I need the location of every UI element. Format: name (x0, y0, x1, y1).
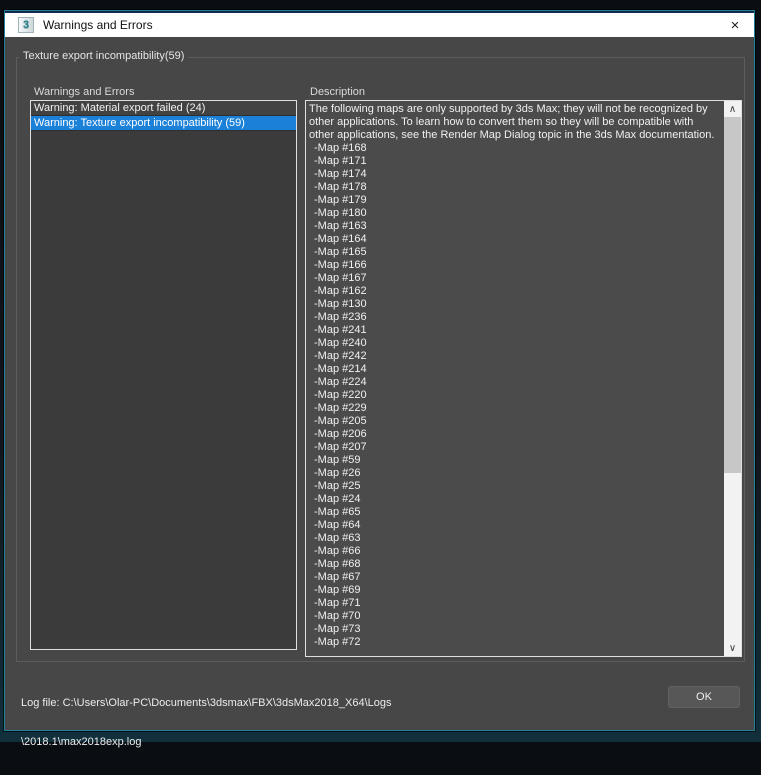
warnings-and-errors-dialog: 3 Warnings and Errors × Texture export i… (4, 10, 755, 748)
map-entry: -Map #25 (314, 480, 361, 492)
map-entry: -Map #240 (314, 337, 367, 349)
map-entry: -Map #220 (314, 389, 367, 401)
description-box: The following maps are only supported by… (305, 100, 742, 657)
description-panel-label: Description (310, 86, 366, 98)
map-entry: -Map #130 (314, 298, 367, 310)
close-icon: × (730, 16, 740, 34)
scroll-down-button[interactable]: ∨ (724, 640, 741, 656)
map-entry: -Map #70 (314, 610, 361, 622)
map-entry: -Map #63 (314, 532, 361, 544)
map-entry: -Map #236 (314, 311, 367, 323)
map-entry: -Map #162 (314, 285, 367, 297)
map-entry: -Map #64 (314, 519, 361, 531)
map-entry: -Map #167 (314, 272, 367, 284)
map-entry: -Map #179 (314, 194, 367, 206)
description-text: The following maps are only supported by… (306, 101, 724, 656)
map-entry: -Map #214 (314, 363, 367, 375)
log-line-1: Log file: C:\Users\Olar-PC\Documents\3ds… (21, 697, 392, 709)
warning-list-item[interactable]: Warning: Texture export incompatibility … (31, 116, 296, 131)
chevron-down-icon: ∨ (728, 642, 737, 654)
map-entry: -Map #59 (314, 454, 361, 466)
warning-list-item[interactable]: Warning: Material export failed (24) (31, 101, 296, 116)
map-entry: -Map #205 (314, 415, 367, 427)
map-entry: -Map #164 (314, 233, 367, 245)
group-title: Texture export incompatibility(59) (19, 50, 189, 62)
map-entry: -Map #67 (314, 571, 361, 583)
chevron-up-icon: ∧ (728, 103, 737, 115)
map-entry: -Map #174 (314, 168, 367, 180)
map-entry: -Map #68 (314, 558, 361, 570)
scroll-up-button[interactable]: ∧ (724, 101, 741, 117)
dialog-body: Texture export incompatibility(59) Warni… (5, 37, 754, 748)
map-entry: -Map #168 (314, 142, 367, 154)
close-button[interactable]: × (720, 13, 750, 37)
map-entry: -Map #206 (314, 428, 367, 440)
map-entry: -Map #26 (314, 467, 361, 479)
3ds-max-icon: 3 (18, 17, 34, 33)
map-entry: -Map #180 (314, 207, 367, 219)
map-entry: -Map #242 (314, 350, 367, 362)
map-entry: -Map #241 (314, 324, 367, 336)
scrollbar-thumb[interactable] (724, 117, 741, 473)
map-entry: -Map #66 (314, 545, 361, 557)
map-entry: -Map #166 (314, 259, 367, 271)
log-file-path: Log file: C:\Users\Olar-PC\Documents\3ds… (21, 671, 392, 775)
window-title: Warnings and Errors (43, 18, 153, 32)
map-entry: -Map #171 (314, 155, 367, 167)
title-bar[interactable]: 3 Warnings and Errors × (5, 11, 754, 37)
map-entry: -Map #72 (314, 636, 361, 648)
description-intro: The following maps are only supported by… (309, 103, 715, 141)
map-entry: -Map #69 (314, 584, 361, 596)
warnings-list[interactable]: Warning: Material export failed (24) Warn… (30, 100, 297, 650)
map-entry: -Map #24 (314, 493, 361, 505)
map-entry: -Map #229 (314, 402, 367, 414)
map-entry: -Map #65 (314, 506, 361, 518)
log-line-2: \2018.1\max2018exp.log (21, 736, 142, 748)
map-list: -Map #168 -Map #171 -Map #174 -Map #178 -Map… (309, 142, 721, 649)
map-entry: -Map #71 (314, 597, 361, 609)
description-scrollbar[interactable]: ∧ ∨ (724, 101, 741, 656)
map-entry: -Map #207 (314, 441, 367, 453)
map-entry: -Map #165 (314, 246, 367, 258)
map-entry: -Map #163 (314, 220, 367, 232)
warnings-panel-label: Warnings and Errors (34, 86, 135, 98)
map-entry: -Map #73 (314, 623, 361, 635)
ok-button[interactable]: OK (668, 686, 740, 708)
map-entry: -Map #178 (314, 181, 367, 193)
map-entry: -Map #224 (314, 376, 367, 388)
